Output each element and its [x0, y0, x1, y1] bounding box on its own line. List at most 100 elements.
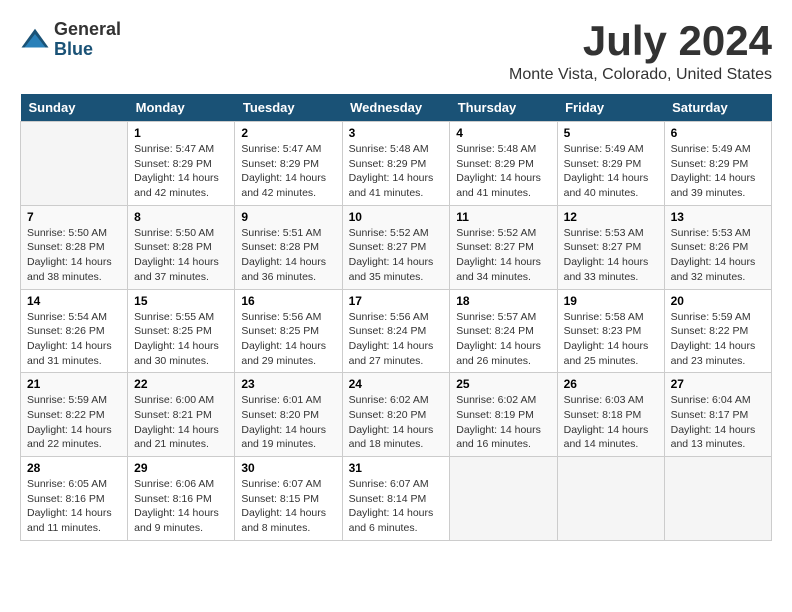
location-text: Monte Vista, Colorado, United States [509, 66, 772, 84]
day-of-week-header: Tuesday [235, 94, 342, 122]
day-of-week-header: Friday [557, 94, 664, 122]
calendar-cell: 1Sunrise: 5:47 AMSunset: 8:29 PMDaylight… [128, 122, 235, 206]
day-detail: Sunrise: 5:49 AMSunset: 8:29 PMDaylight:… [564, 142, 658, 201]
day-detail: Sunrise: 5:50 AMSunset: 8:28 PMDaylight:… [134, 226, 228, 285]
day-number: 16 [241, 294, 335, 308]
calendar-cell: 12 Sunrise: 5:53 AMSunset: 8:27 PMDayligh… [557, 205, 664, 289]
calendar-cell: 2 Sunrise: 5:47 AMSunset: 8:29 PMDaylight… [235, 122, 342, 206]
calendar-cell [664, 457, 771, 541]
title-block: July 2024 Monte Vista, Colorado, United … [509, 20, 772, 84]
day-detail: Sunrise: 6:07 AMSunset: 8:14 PMDaylight:… [349, 477, 444, 536]
day-number: 18 [456, 294, 550, 308]
calendar-cell: 19 Sunrise: 5:58 AMSunset: 8:23 PMDayligh… [557, 289, 664, 373]
day-number: 6 [671, 126, 765, 140]
calendar-cell: 23 Sunrise: 6:01 AMSunset: 8:20 PMDayligh… [235, 373, 342, 457]
calendar-cell: 30 Sunrise: 6:07 AMSunset: 8:15 PMDayligh… [235, 457, 342, 541]
day-number: 20 [671, 294, 765, 308]
day-detail: Sunrise: 5:52 AMSunset: 8:27 PMDaylight:… [456, 226, 550, 285]
day-number: 28 [27, 461, 121, 475]
day-number: 31 [349, 461, 444, 475]
calendar-cell: 29Sunrise: 6:06 AMSunset: 8:16 PMDayligh… [128, 457, 235, 541]
calendar-cell: 11 Sunrise: 5:52 AMSunset: 8:27 PMDayligh… [450, 205, 557, 289]
calendar-cell: 6 Sunrise: 5:49 AMSunset: 8:29 PMDaylight… [664, 122, 771, 206]
day-number: 21 [27, 377, 121, 391]
day-of-week-header: Monday [128, 94, 235, 122]
day-number: 8 [134, 210, 228, 224]
logo-icon [20, 25, 50, 55]
calendar-cell: 8 Sunrise: 5:50 AMSunset: 8:28 PMDaylight… [128, 205, 235, 289]
day-detail: Sunrise: 6:05 AMSunset: 8:16 PMDaylight:… [27, 477, 121, 536]
day-number: 5 [564, 126, 658, 140]
day-number: 9 [241, 210, 335, 224]
day-of-week-header: Saturday [664, 94, 771, 122]
day-number: 13 [671, 210, 765, 224]
day-number: 22 [134, 377, 228, 391]
day-number: 15 [134, 294, 228, 308]
day-number: 24 [349, 377, 444, 391]
calendar-cell: 4 Sunrise: 5:48 AMSunset: 8:29 PMDaylight… [450, 122, 557, 206]
day-number: 26 [564, 377, 658, 391]
day-detail: Sunrise: 6:00 AMSunset: 8:21 PMDaylight:… [134, 393, 228, 452]
calendar-table: SundayMondayTuesdayWednesdayThursdayFrid… [20, 94, 772, 541]
day-detail: Sunrise: 5:50 AMSunset: 8:28 PMDaylight:… [27, 226, 121, 285]
day-of-week-header: Wednesday [342, 94, 450, 122]
calendar-week-row: 14Sunrise: 5:54 AMSunset: 8:26 PMDayligh… [21, 289, 772, 373]
calendar-cell: 10 Sunrise: 5:52 AMSunset: 8:27 PMDayligh… [342, 205, 450, 289]
calendar-cell: 5 Sunrise: 5:49 AMSunset: 8:29 PMDaylight… [557, 122, 664, 206]
day-detail: Sunrise: 6:01 AMSunset: 8:20 PMDaylight:… [241, 393, 335, 452]
day-number: 1 [134, 126, 228, 140]
day-number: 4 [456, 126, 550, 140]
calendar-header-row: SundayMondayTuesdayWednesdayThursdayFrid… [21, 94, 772, 122]
day-detail: Sunrise: 6:02 AMSunset: 8:19 PMDaylight:… [456, 393, 550, 452]
day-detail: Sunrise: 5:51 AMSunset: 8:28 PMDaylight:… [241, 226, 335, 285]
day-detail: Sunrise: 5:56 AMSunset: 8:25 PMDaylight:… [241, 310, 335, 369]
calendar-cell: 20Sunrise: 5:59 AMSunset: 8:22 PMDayligh… [664, 289, 771, 373]
day-detail: Sunrise: 5:59 AMSunset: 8:22 PMDaylight:… [27, 393, 121, 452]
calendar-week-row: 21 Sunrise: 5:59 AMSunset: 8:22 PMDayligh… [21, 373, 772, 457]
day-number: 2 [241, 126, 335, 140]
day-detail: Sunrise: 5:53 AMSunset: 8:27 PMDaylight:… [564, 226, 658, 285]
day-number: 30 [241, 461, 335, 475]
day-detail: Sunrise: 5:53 AMSunset: 8:26 PMDaylight:… [671, 226, 765, 285]
day-detail: Sunrise: 5:49 AMSunset: 8:29 PMDaylight:… [671, 142, 765, 201]
logo: General Blue [20, 20, 121, 60]
calendar-cell: 9 Sunrise: 5:51 AMSunset: 8:28 PMDaylight… [235, 205, 342, 289]
day-detail: Sunrise: 6:04 AMSunset: 8:17 PMDaylight:… [671, 393, 765, 452]
logo-text: General Blue [54, 20, 121, 60]
day-number: 3 [349, 126, 444, 140]
day-detail: Sunrise: 5:48 AMSunset: 8:29 PMDaylight:… [349, 142, 444, 201]
day-number: 11 [456, 210, 550, 224]
day-detail: Sunrise: 6:02 AMSunset: 8:20 PMDaylight:… [349, 393, 444, 452]
day-detail: Sunrise: 5:55 AMSunset: 8:25 PMDaylight:… [134, 310, 228, 369]
day-detail: Sunrise: 5:56 AMSunset: 8:24 PMDaylight:… [349, 310, 444, 369]
calendar-week-row: 1 Sunrise: 5:47 AMSunset: 8:29 PMDaylight… [21, 122, 772, 206]
calendar-cell: 17 Sunrise: 5:56 AMSunset: 8:24 PMDayligh… [342, 289, 450, 373]
day-number: 19 [564, 294, 658, 308]
day-of-week-header: Sunday [21, 94, 128, 122]
calendar-cell: 3 Sunrise: 5:48 AMSunset: 8:29 PMDaylight… [342, 122, 450, 206]
day-detail: Sunrise: 5:52 AMSunset: 8:27 PMDaylight:… [349, 226, 444, 285]
day-detail: Sunrise: 6:03 AMSunset: 8:18 PMDaylight:… [564, 393, 658, 452]
day-number: 27 [671, 377, 765, 391]
day-number: 14 [27, 294, 121, 308]
calendar-cell: 7 Sunrise: 5:50 AMSunset: 8:28 PMDaylight… [21, 205, 128, 289]
day-detail: Sunrise: 5:47 AMSunset: 8:29 PMDaylight:… [241, 142, 335, 201]
calendar-cell: 28 Sunrise: 6:05 AMSunset: 8:16 PMDayligh… [21, 457, 128, 541]
day-number: 23 [241, 377, 335, 391]
calendar-cell: 15 Sunrise: 5:55 AMSunset: 8:25 PMDayligh… [128, 289, 235, 373]
day-number: 10 [349, 210, 444, 224]
day-detail: Sunrise: 5:58 AMSunset: 8:23 PMDaylight:… [564, 310, 658, 369]
day-number: 7 [27, 210, 121, 224]
calendar-cell: 26 Sunrise: 6:03 AMSunset: 8:18 PMDayligh… [557, 373, 664, 457]
day-detail: Sunrise: 5:48 AMSunset: 8:29 PMDaylight:… [456, 142, 550, 201]
day-detail: Sunrise: 5:57 AMSunset: 8:24 PMDaylight:… [456, 310, 550, 369]
month-year-title: July 2024 [509, 20, 772, 62]
day-detail: Sunrise: 6:07 AMSunset: 8:15 PMDaylight:… [241, 477, 335, 536]
day-number: 17 [349, 294, 444, 308]
day-number: 12 [564, 210, 658, 224]
calendar-cell: 13 Sunrise: 5:53 AMSunset: 8:26 PMDayligh… [664, 205, 771, 289]
calendar-cell: 24 Sunrise: 6:02 AMSunset: 8:20 PMDayligh… [342, 373, 450, 457]
calendar-cell: 16 Sunrise: 5:56 AMSunset: 8:25 PMDayligh… [235, 289, 342, 373]
calendar-cell [450, 457, 557, 541]
day-number: 29 [134, 461, 228, 475]
